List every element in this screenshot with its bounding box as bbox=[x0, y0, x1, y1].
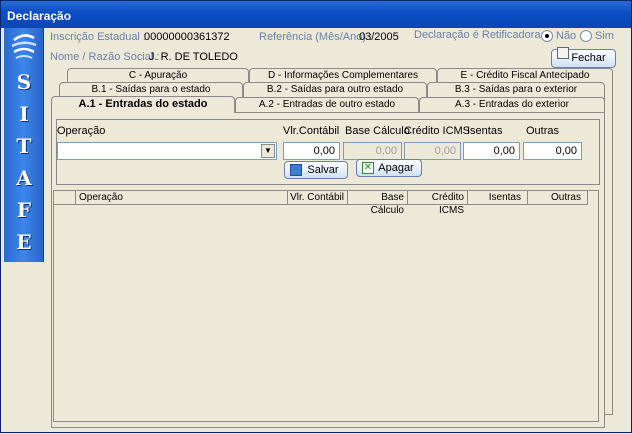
tab-e-credito[interactable]: E - Crédito Fiscal Antecipado bbox=[437, 68, 613, 83]
radio-nao[interactable] bbox=[541, 30, 553, 42]
grid-col-operacao[interactable]: Operação bbox=[76, 191, 288, 205]
tab-c-apuracao[interactable]: C - Apuração bbox=[67, 68, 249, 83]
tab-b3-saidas-exterior[interactable]: B.3 - Saídas para o exterior bbox=[427, 82, 605, 97]
isentas-input[interactable]: 0,00 bbox=[463, 142, 520, 160]
grid-col-outras[interactable]: Outras bbox=[528, 191, 588, 205]
nome-label: Nome / Razão Social : bbox=[50, 51, 160, 63]
grid-col-base-calculo[interactable]: Base Cálculo bbox=[348, 191, 408, 216]
salvar-label: Salvar bbox=[307, 164, 339, 176]
sidebar-letter: F bbox=[16, 198, 32, 222]
radio-sim[interactable] bbox=[580, 30, 592, 42]
save-icon bbox=[290, 164, 302, 176]
tab-b2-saidas-outro[interactable]: B.2 - Saídas para outro estado bbox=[243, 82, 427, 97]
radio-nao-label: Não bbox=[556, 30, 577, 42]
outras-input[interactable]: 0,00 bbox=[523, 142, 582, 160]
sidebar-letter: A bbox=[16, 166, 32, 190]
sitafe-letters: S I T A F E bbox=[4, 66, 44, 258]
inscricao-label: Inscrição Estadual : bbox=[50, 31, 146, 43]
apagar-button[interactable]: ✕ Apagar bbox=[356, 159, 422, 177]
window-title: Declaração bbox=[1, 1, 631, 28]
grid-col-credito-icms[interactable]: Crédito ICMS bbox=[408, 191, 468, 216]
tab-a1-entradas-estado[interactable]: A.1 - Entradas do estado bbox=[51, 96, 235, 113]
fechar-label: Fechar bbox=[571, 52, 606, 64]
salvar-button[interactable]: Salvar bbox=[284, 161, 348, 179]
tab-b1-saidas-estado[interactable]: B.1 - Saídas para o estado bbox=[59, 82, 243, 97]
sidebar-letter: E bbox=[16, 230, 32, 254]
operacao-select[interactable]: ▼ bbox=[57, 142, 277, 160]
nome-value: J. R. DE TOLEDO bbox=[149, 51, 238, 63]
sitafe-sidebar: S I T A F E bbox=[4, 28, 44, 262]
entries-grid[interactable]: Operação Vlr. Contábil Base Cálculo Créd… bbox=[53, 190, 599, 422]
referencia-value: 03/2005 bbox=[359, 31, 399, 43]
sidebar-letter: I bbox=[19, 102, 29, 126]
sidebar-letter: S bbox=[16, 70, 32, 94]
radio-sim-label: Sim bbox=[595, 30, 614, 42]
declaracao-window: Declaração S I T A F E Inscrição Estadua… bbox=[0, 0, 632, 433]
vlr-contabil-input[interactable]: 0,00 bbox=[283, 142, 340, 160]
tab-a3-entradas-exterior[interactable]: A.3 - Entradas do exterior bbox=[419, 97, 605, 112]
tab-a2-entradas-outro[interactable]: A.2 - Entradas de outro estado bbox=[235, 97, 419, 112]
grid-col-isentas[interactable]: Isentas bbox=[468, 191, 528, 205]
door-icon bbox=[557, 47, 569, 59]
fechar-button[interactable]: Fechar bbox=[551, 47, 616, 68]
tab-d-informacoes[interactable]: D - Informações Complementares bbox=[249, 68, 437, 83]
delete-icon: ✕ bbox=[362, 162, 374, 174]
retificadora-label: Declaração é Retificadora ? bbox=[414, 29, 550, 41]
sitafe-logo-icon bbox=[11, 34, 37, 59]
referencia-label: Referência (Mês/Ano) : bbox=[259, 31, 373, 43]
inscricao-value: 00000000361372 bbox=[144, 31, 230, 43]
grid-row-header bbox=[54, 191, 76, 205]
grid-col-vlr-contabil[interactable]: Vlr. Contábil bbox=[288, 191, 348, 205]
sidebar-letter: T bbox=[16, 134, 32, 158]
apagar-label: Apagar bbox=[378, 162, 414, 174]
chevron-down-icon[interactable]: ▼ bbox=[261, 144, 275, 158]
